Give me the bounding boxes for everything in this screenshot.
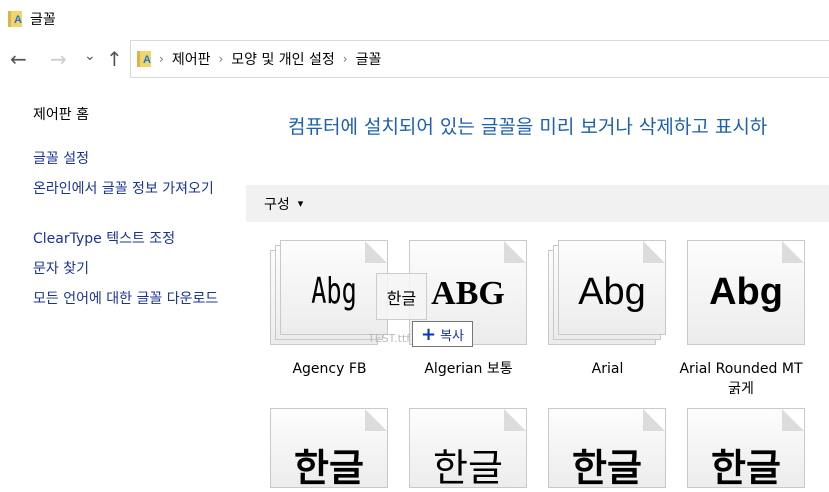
sidebar-item-online-font-info[interactable]: 온라인에서 글꼴 정보 가져오기 [33, 179, 238, 199]
font-tile-arial-rounded[interactable]: Abg Arial Rounded MT 굵게 [679, 240, 826, 399]
font-name: Arial Rounded MT 굵게 [679, 361, 803, 397]
breadcrumb-control-panel[interactable]: 제어판 [172, 49, 211, 69]
page-heading: 컴퓨터에 설치되어 있는 글꼴을 미리 보거나 삭제하고 표시하 [288, 116, 768, 138]
sidebar-item-control-panel-home[interactable]: 제어판 홈 [33, 105, 238, 125]
title-bar: A 글꼴 [8, 9, 56, 29]
up-button[interactable]: ↑ [106, 47, 123, 71]
address-bar[interactable]: A › 제어판 › 모양 및 개인 설정 › 글꼴 [130, 40, 829, 78]
chevron-right-icon: › [159, 52, 164, 66]
plus-icon: + [421, 323, 437, 345]
font-tile[interactable]: 한글 [687, 408, 805, 490]
drag-ghost: 한글 [376, 273, 427, 320]
sidebar-item-cleartype[interactable]: ClearType 텍스트 조정 [33, 229, 238, 249]
font-sample: 한글 [572, 446, 642, 490]
font-sample: 한글 [433, 446, 503, 490]
window-title: 글꼴 [30, 12, 56, 28]
font-name: Algerian 보통 [424, 361, 513, 377]
back-button[interactable]: ← [10, 47, 27, 71]
drag-copy-tooltip: + 복사 [412, 321, 474, 347]
font-sample: 한글 [711, 446, 781, 490]
sidebar-item-font-settings[interactable]: 글꼴 설정 [33, 149, 238, 169]
sidebar-item-download-fonts[interactable]: 모든 언어에 대한 글꼴 다운로드 [33, 289, 238, 309]
copy-label: 복사 [440, 328, 465, 344]
breadcrumb-fonts[interactable]: 글꼴 [356, 49, 382, 69]
dropdown-arrow-icon: ▾ [297, 197, 304, 210]
font-name: Arial [591, 361, 624, 377]
recent-locations-button[interactable]: ⌄ [84, 48, 96, 64]
fonts-folder-icon: A [8, 11, 22, 27]
font-sample: 한글 [294, 446, 364, 490]
font-name: Agency FB [292, 361, 367, 377]
font-tile[interactable]: 한글 [409, 408, 527, 490]
font-sample: Abg [311, 271, 357, 312]
toolbar: 구성 ▾ [246, 185, 829, 222]
drag-file-name: TEST.ttf [368, 332, 411, 345]
forward-button[interactable]: → [50, 47, 67, 71]
font-tile[interactable]: 한글 [548, 408, 666, 490]
breadcrumb-appearance[interactable]: 모양 및 개인 설정 [231, 49, 335, 69]
font-sample: ABG [431, 275, 505, 312]
chevron-right-icon: › [342, 52, 348, 66]
sidebar-item-find-character[interactable]: 문자 찾기 [33, 259, 238, 279]
font-sample: Abg [709, 271, 783, 313]
font-tile[interactable]: 한글 [270, 408, 388, 490]
font-tile-arial[interactable]: Abg Arial [548, 240, 687, 379]
font-sample: Abg [578, 271, 646, 313]
chevron-right-icon: › [218, 52, 224, 66]
fonts-folder-icon: A [137, 51, 151, 67]
organize-button[interactable]: 구성 [264, 194, 290, 214]
